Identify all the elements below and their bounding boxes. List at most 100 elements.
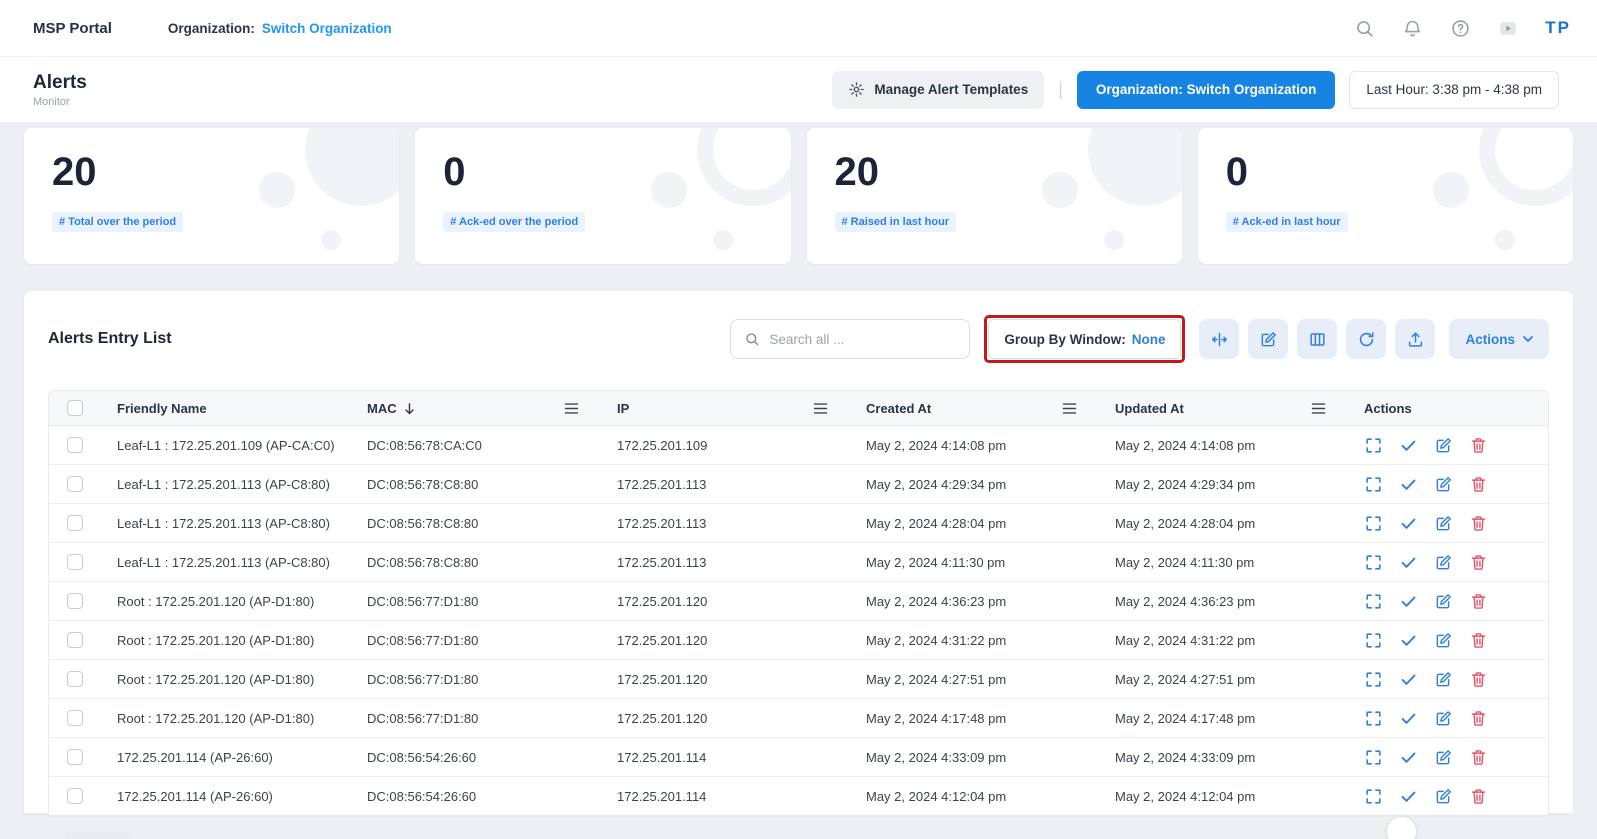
row-checkbox[interactable] <box>67 632 83 648</box>
switch-organization-link[interactable]: Switch Organization <box>262 21 392 36</box>
row-actions <box>1348 436 1548 455</box>
row-checkbox[interactable] <box>67 476 83 492</box>
column-header-friendly-name[interactable]: Friendly Name <box>101 401 351 416</box>
cell-updated-at: May 2, 2024 4:29:34 pm <box>1099 477 1348 492</box>
row-checkbox[interactable] <box>67 749 83 765</box>
delete-alert-button[interactable] <box>1469 514 1488 533</box>
acknowledge-alert-button[interactable] <box>1399 787 1418 806</box>
expand-alert-button[interactable] <box>1364 436 1383 455</box>
expand-alert-button[interactable] <box>1364 592 1383 611</box>
edit-alert-button[interactable] <box>1434 748 1453 767</box>
expand-icon <box>1364 670 1383 689</box>
row-checkbox[interactable] <box>67 710 83 726</box>
stats-row: 20 # Total over the period 0 # Ack-ed ov… <box>0 122 1597 264</box>
edit-list-button[interactable] <box>1248 319 1288 359</box>
delete-trash-icon <box>1469 709 1488 728</box>
search-input[interactable] <box>769 332 956 347</box>
row-checkbox[interactable] <box>67 593 83 609</box>
delete-alert-button[interactable] <box>1469 436 1488 455</box>
acknowledge-alert-button[interactable] <box>1399 709 1418 728</box>
column-header-ip[interactable]: IP <box>601 401 850 416</box>
floating-button-partial[interactable] <box>1386 816 1417 839</box>
column-menu-icon[interactable] <box>564 402 579 415</box>
edit-alert-button[interactable] <box>1434 514 1453 533</box>
bell-icon[interactable] <box>1401 17 1423 39</box>
acknowledge-alert-button[interactable] <box>1399 631 1418 650</box>
organization-scope-button[interactable]: Organization: Switch Organization <box>1077 71 1336 109</box>
edit-alert-button[interactable] <box>1434 436 1453 455</box>
row-checkbox-cell <box>49 593 101 609</box>
alerts-entry-list-card: Alerts Entry List Group By Window: None <box>24 291 1573 813</box>
search-icon[interactable] <box>1353 17 1375 39</box>
edit-icon <box>1434 709 1453 728</box>
acknowledge-alert-button[interactable] <box>1399 592 1418 611</box>
row-checkbox[interactable] <box>67 671 83 687</box>
edit-alert-button[interactable] <box>1434 709 1453 728</box>
select-all-checkbox[interactable] <box>67 400 83 416</box>
delete-alert-button[interactable] <box>1469 631 1488 650</box>
edit-alert-button[interactable] <box>1434 631 1453 650</box>
sort-desc-icon[interactable] <box>403 402 416 415</box>
edit-alert-button[interactable] <box>1434 787 1453 806</box>
expand-columns-button[interactable] <box>1199 319 1239 359</box>
time-range-button[interactable]: Last Hour: 3:38 pm - 4:38 pm <box>1349 71 1559 109</box>
manage-alert-templates-button[interactable]: Manage Alert Templates <box>832 71 1044 109</box>
cell-mac: DC:08:56:77:D1:80 <box>351 633 601 648</box>
delete-alert-button[interactable] <box>1469 592 1488 611</box>
delete-alert-button[interactable] <box>1469 670 1488 689</box>
column-menu-icon[interactable] <box>813 402 828 415</box>
play-tour-icon[interactable] <box>1497 17 1519 39</box>
avatar[interactable]: TP <box>1545 18 1571 38</box>
brand-msp-portal[interactable]: MSP Portal <box>33 20 112 37</box>
column-header-updated-at[interactable]: Updated At <box>1099 401 1348 416</box>
decor-circle <box>1495 230 1515 250</box>
acknowledge-alert-button[interactable] <box>1399 553 1418 572</box>
columns-button[interactable] <box>1297 319 1337 359</box>
expand-alert-button[interactable] <box>1364 475 1383 494</box>
column-header-mac[interactable]: MAC <box>351 401 601 416</box>
cell-ip: 172.25.201.114 <box>601 789 850 804</box>
column-label: Friendly Name <box>117 401 207 416</box>
row-checkbox[interactable] <box>67 554 83 570</box>
expand-alert-button[interactable] <box>1364 514 1383 533</box>
delete-alert-button[interactable] <box>1469 553 1488 572</box>
delete-alert-button[interactable] <box>1469 709 1488 728</box>
page-size-selector-partial[interactable] <box>65 832 131 839</box>
refresh-button[interactable] <box>1346 319 1386 359</box>
acknowledge-alert-button[interactable] <box>1399 748 1418 767</box>
cell-updated-at: May 2, 2024 4:33:09 pm <box>1099 750 1348 765</box>
edit-alert-button[interactable] <box>1434 553 1453 572</box>
row-checkbox[interactable] <box>67 788 83 804</box>
expand-alert-button[interactable] <box>1364 631 1383 650</box>
row-checkbox[interactable] <box>67 515 83 531</box>
manage-alert-templates-label: Manage Alert Templates <box>874 82 1028 97</box>
row-checkbox[interactable] <box>67 437 83 453</box>
acknowledge-alert-button[interactable] <box>1399 475 1418 494</box>
table-row: 172.25.201.114 (AP-26:60) DC:08:56:54:26… <box>49 738 1548 777</box>
column-header-created-at[interactable]: Created At <box>850 401 1099 416</box>
edit-alert-button[interactable] <box>1434 475 1453 494</box>
column-menu-icon[interactable] <box>1311 402 1326 415</box>
delete-alert-button[interactable] <box>1469 475 1488 494</box>
expand-alert-button[interactable] <box>1364 787 1383 806</box>
edit-alert-button[interactable] <box>1434 670 1453 689</box>
export-upload-button[interactable] <box>1395 319 1435 359</box>
delete-alert-button[interactable] <box>1469 787 1488 806</box>
expand-alert-button[interactable] <box>1364 670 1383 689</box>
delete-alert-button[interactable] <box>1469 748 1488 767</box>
row-checkbox-cell <box>49 632 101 648</box>
column-menu-icon[interactable] <box>1062 402 1077 415</box>
acknowledge-alert-button[interactable] <box>1399 436 1418 455</box>
actions-dropdown-button[interactable]: Actions <box>1449 319 1549 359</box>
edit-alert-button[interactable] <box>1434 592 1453 611</box>
acknowledge-alert-button[interactable] <box>1399 670 1418 689</box>
expand-icon <box>1364 514 1383 533</box>
acknowledge-alert-button[interactable] <box>1399 514 1418 533</box>
page-title-block: Alerts Monitor <box>33 72 87 108</box>
group-by-window-button[interactable]: Group By Window: None <box>988 319 1181 359</box>
expand-alert-button[interactable] <box>1364 709 1383 728</box>
expand-alert-button[interactable] <box>1364 748 1383 767</box>
cell-friendly-name: Leaf-L1 : 172.25.201.113 (AP-C8:80) <box>101 555 351 570</box>
expand-alert-button[interactable] <box>1364 553 1383 572</box>
help-icon[interactable] <box>1449 17 1471 39</box>
